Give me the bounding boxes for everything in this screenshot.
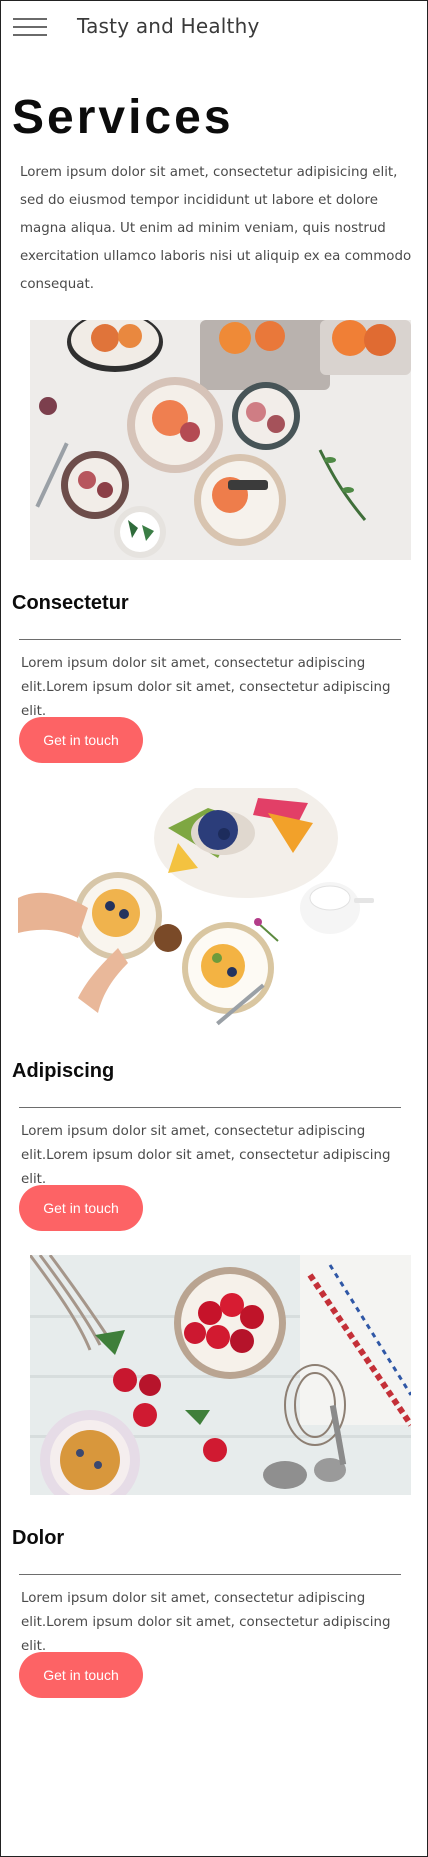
brand-name: Tasty and Healthy <box>77 14 260 38</box>
service-title: Dolor <box>12 1527 65 1549</box>
get-in-touch-button[interactable]: Get in touch <box>19 1652 143 1698</box>
fruit-platter-and-pancakes-photo <box>18 788 399 1028</box>
service-description: Lorem ipsum dolor sit amet, consectetur … <box>21 1591 391 1654</box>
hamburger-menu-icon[interactable] <box>13 18 47 36</box>
service-title: Consectetur <box>12 592 129 614</box>
section-divider <box>19 639 401 640</box>
get-in-touch-button[interactable]: Get in touch <box>19 717 143 763</box>
service-card: Adipiscing Lorem ipsum dolor sit amet, c… <box>1 788 427 1231</box>
service-card: Consectetur Lorem ipsum dolor sit amet, … <box>1 320 427 763</box>
cherries-and-tart-photo <box>30 1255 411 1495</box>
intro-text: Lorem ipsum dolor sit amet, consectetur … <box>20 165 412 292</box>
section-divider <box>19 1574 401 1575</box>
service-description: Lorem ipsum dolor sit amet, consectetur … <box>21 1124 391 1187</box>
top-bar: Tasty and Healthy <box>1 1 427 53</box>
service-card: Dolor Lorem ipsum dolor sit amet, consec… <box>1 1255 427 1698</box>
service-title: Adipiscing <box>12 1060 115 1082</box>
plated-figs-and-grapefruit-photo <box>30 320 411 560</box>
page-frame: Tasty and Healthy Services Lorem ipsum d… <box>0 0 428 1857</box>
service-description: Lorem ipsum dolor sit amet, consectetur … <box>21 656 391 719</box>
get-in-touch-button[interactable]: Get in touch <box>19 1185 143 1231</box>
page-title: Services <box>12 91 234 144</box>
section-divider <box>19 1107 401 1108</box>
